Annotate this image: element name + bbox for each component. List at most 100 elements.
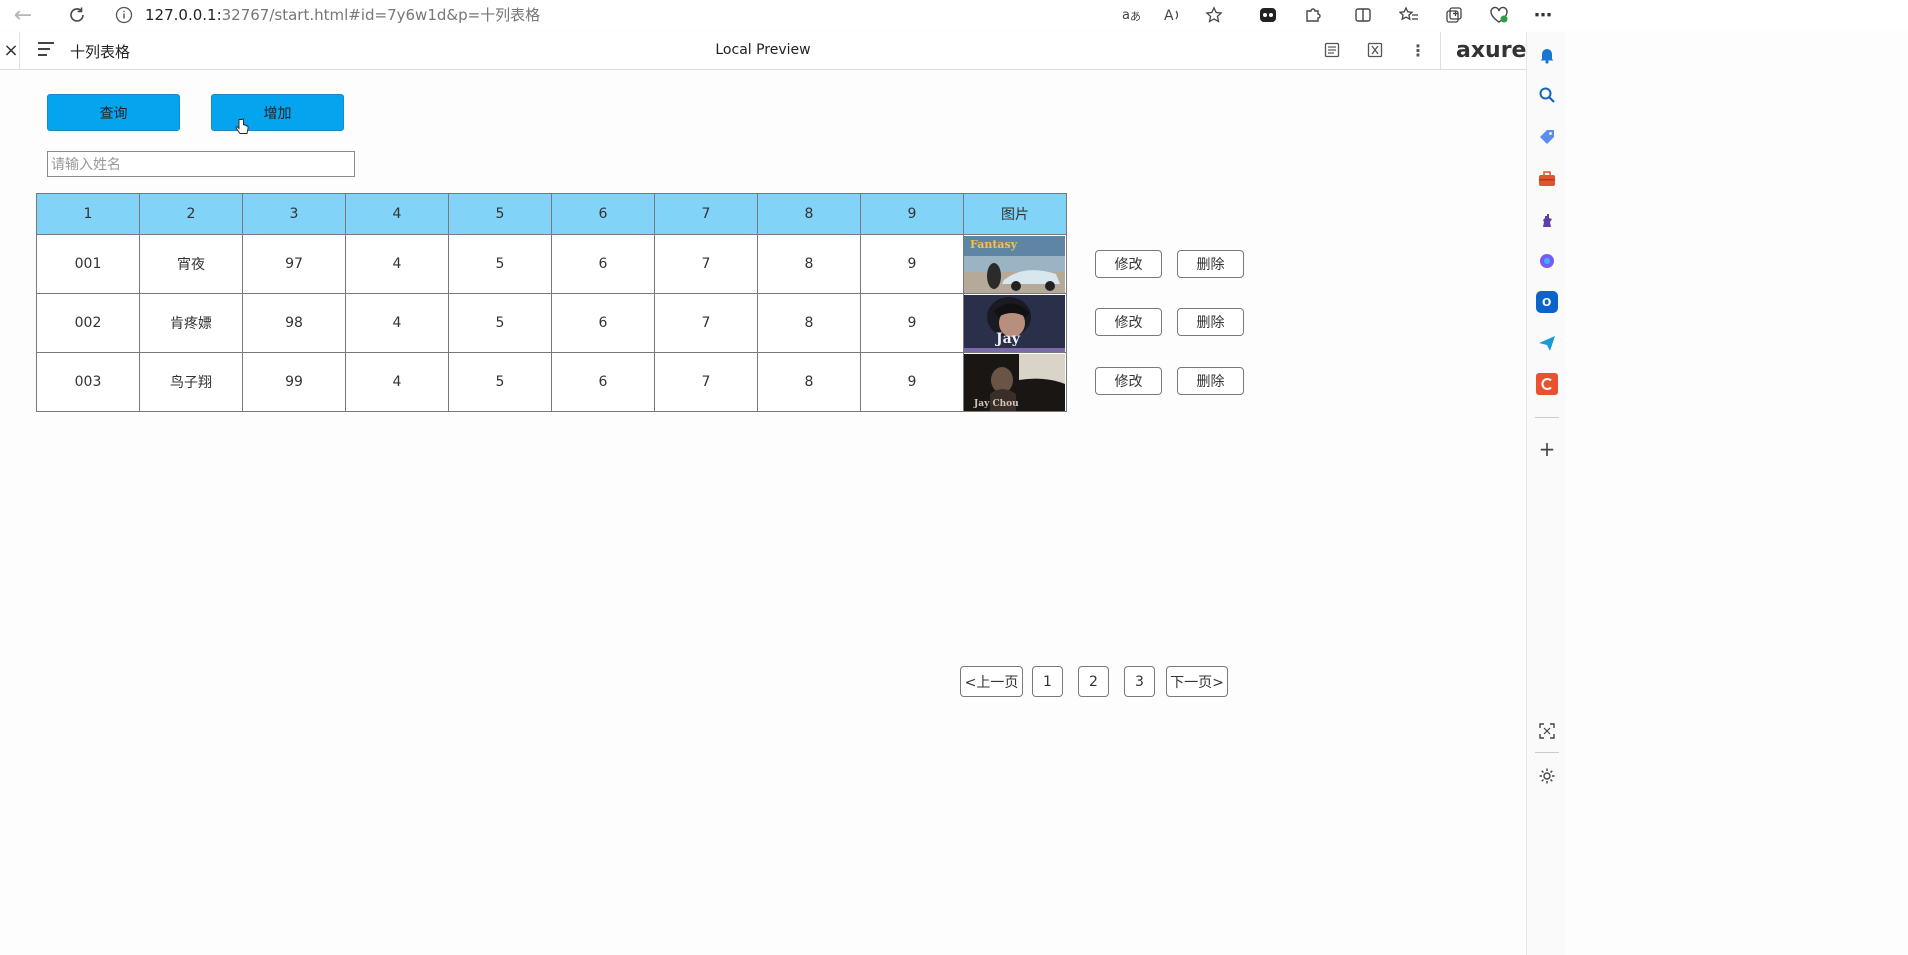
table-cell: 4 bbox=[345, 234, 449, 294]
column-header: 5 bbox=[448, 193, 552, 235]
column-header: 2 bbox=[139, 193, 243, 235]
edit-button[interactable]: 修改 bbox=[1095, 308, 1162, 336]
column-header: 9 bbox=[860, 193, 964, 235]
c-app-icon[interactable] bbox=[1536, 373, 1558, 395]
page-button[interactable]: 2 bbox=[1078, 666, 1109, 697]
extension-glasses-icon[interactable] bbox=[1255, 2, 1281, 28]
row-actions: 修改 删除 bbox=[1095, 250, 1245, 278]
cover-text: Jay bbox=[994, 331, 1021, 347]
page-content: 查询 增加 1 2 3 4 5 6 7 8 9 图片 001 宵夜 97 bbox=[0, 71, 1526, 955]
site-info-icon[interactable] bbox=[111, 2, 137, 28]
table-cell: 9 bbox=[860, 293, 964, 353]
sidebar-separator-2 bbox=[1535, 752, 1559, 753]
extensions-puzzle-icon[interactable] bbox=[1300, 2, 1326, 28]
delete-button[interactable]: 删除 bbox=[1177, 308, 1244, 336]
svg-text:あ: あ bbox=[1130, 10, 1141, 23]
album-cover-image: Jay bbox=[964, 294, 1065, 352]
favorite-star-icon[interactable] bbox=[1201, 2, 1227, 28]
table-cell: 8 bbox=[757, 293, 861, 353]
split-screen-icon[interactable] bbox=[1350, 2, 1376, 28]
edit-button[interactable]: 修改 bbox=[1095, 367, 1162, 395]
image-cell: Jay Chou bbox=[963, 352, 1067, 412]
row-actions: 修改 删除 bbox=[1095, 367, 1245, 395]
url-path: 32767/start.html#id=7y6w1d&p=十列表格 bbox=[221, 6, 541, 24]
header-separator bbox=[1440, 32, 1441, 70]
next-page-button[interactable]: 下一页> bbox=[1166, 666, 1228, 697]
url-host: 127.0.0.1: bbox=[145, 6, 222, 24]
table-cell: 4 bbox=[345, 352, 449, 412]
bell-icon[interactable] bbox=[1536, 44, 1558, 66]
delete-button[interactable]: 删除 bbox=[1177, 250, 1244, 278]
sidebar-separator bbox=[1535, 417, 1559, 418]
address-bar[interactable]: 127.0.0.1:32767/start.html#id=7y6w1d&p=十… bbox=[145, 4, 540, 25]
shopping-tag-icon[interactable] bbox=[1536, 126, 1558, 148]
table-cell: 鸟子翔 bbox=[139, 352, 243, 412]
reload-icon[interactable] bbox=[64, 2, 90, 28]
back-arrow-icon[interactable]: ← bbox=[10, 2, 36, 28]
add-plus-icon[interactable]: + bbox=[1536, 437, 1558, 461]
cover-text: Jay Chou bbox=[973, 399, 1019, 409]
image-cell: Fantasy bbox=[963, 234, 1067, 294]
table-cell: 6 bbox=[551, 293, 655, 353]
table-cell: 001 bbox=[36, 234, 140, 294]
table-cell: 5 bbox=[448, 234, 552, 294]
read-aloud-icon[interactable]: A bbox=[1160, 2, 1186, 28]
page-button[interactable]: 1 bbox=[1032, 666, 1063, 697]
table-cell: 7 bbox=[654, 293, 758, 353]
table-cell: 9 bbox=[860, 352, 964, 412]
settings-gear-icon[interactable] bbox=[1536, 765, 1558, 787]
table-cell: 7 bbox=[654, 352, 758, 412]
table-cell: 98 bbox=[242, 293, 346, 353]
browser-toolbar: ← 127.0.0.1:32767/start.html#id=7y6w1d&p… bbox=[0, 0, 1908, 30]
screenshot-icon[interactable] bbox=[1536, 720, 1558, 742]
query-button[interactable]: 查询 bbox=[47, 94, 180, 131]
send-plane-icon[interactable] bbox=[1536, 332, 1558, 354]
table-row: 003 鸟子翔 99 4 5 6 7 8 9 Jay Chou bbox=[36, 352, 1067, 412]
translate-icon[interactable]: aあ bbox=[1118, 2, 1144, 28]
edit-button[interactable]: 修改 bbox=[1095, 250, 1162, 278]
axure-header: × 十列表格 Local Preview ⋮ axure bbox=[0, 32, 1526, 70]
table-cell: 002 bbox=[36, 293, 140, 353]
add-button[interactable]: 增加 bbox=[211, 94, 344, 131]
table-cell: 7 bbox=[654, 234, 758, 294]
table-cell: 97 bbox=[242, 234, 346, 294]
favorites-list-icon[interactable] bbox=[1396, 2, 1422, 28]
svg-text:A: A bbox=[1164, 8, 1174, 24]
notes-icon[interactable] bbox=[1322, 40, 1342, 60]
table-cell: 6 bbox=[551, 234, 655, 294]
browser-sidebar: O + bbox=[1526, 32, 1566, 955]
table-cell: 6 bbox=[551, 352, 655, 412]
table-row: 002 肯疼嫖 98 4 5 6 7 8 9 Jay bbox=[36, 293, 1067, 353]
table-cell: 4 bbox=[345, 293, 449, 353]
collections-icon[interactable] bbox=[1441, 2, 1467, 28]
hand-cursor-icon bbox=[235, 118, 249, 134]
inspect-icon[interactable] bbox=[1365, 40, 1385, 60]
image-cell: Jay bbox=[963, 293, 1067, 353]
table-cell: 99 bbox=[242, 352, 346, 412]
table-cell: 5 bbox=[448, 293, 552, 353]
more-vertical-icon[interactable]: ⋮ bbox=[1408, 40, 1428, 60]
outlook-icon[interactable]: O bbox=[1536, 291, 1558, 313]
table-cell: 宵夜 bbox=[139, 234, 243, 294]
name-search-input[interactable] bbox=[47, 151, 355, 177]
column-header: 4 bbox=[345, 193, 449, 235]
column-header: 3 bbox=[242, 193, 346, 235]
games-icon[interactable] bbox=[1536, 209, 1558, 231]
axure-logo: axure bbox=[1456, 38, 1527, 63]
data-table: 1 2 3 4 5 6 7 8 9 图片 001 宵夜 97 4 5 6 7 8 bbox=[36, 193, 1067, 412]
browser-health-icon[interactable] bbox=[1486, 2, 1512, 28]
toolbox-icon[interactable] bbox=[1536, 168, 1558, 190]
row-actions: 修改 删除 bbox=[1095, 308, 1245, 336]
page-button[interactable]: 3 bbox=[1124, 666, 1155, 697]
search-icon[interactable] bbox=[1536, 84, 1558, 106]
column-header: 7 bbox=[654, 193, 758, 235]
table-cell: 9 bbox=[860, 234, 964, 294]
more-options-icon[interactable]: ⋯ bbox=[1530, 2, 1556, 28]
copilot-icon[interactable] bbox=[1536, 250, 1558, 272]
delete-button[interactable]: 删除 bbox=[1177, 367, 1244, 395]
table-cell: 003 bbox=[36, 352, 140, 412]
cover-text: Fantasy bbox=[970, 238, 1018, 251]
prev-page-button[interactable]: <上一页 bbox=[960, 666, 1023, 697]
table-row: 001 宵夜 97 4 5 6 7 8 9 Fantasy bbox=[36, 234, 1067, 294]
table-cell: 肯疼嫖 bbox=[139, 293, 243, 353]
